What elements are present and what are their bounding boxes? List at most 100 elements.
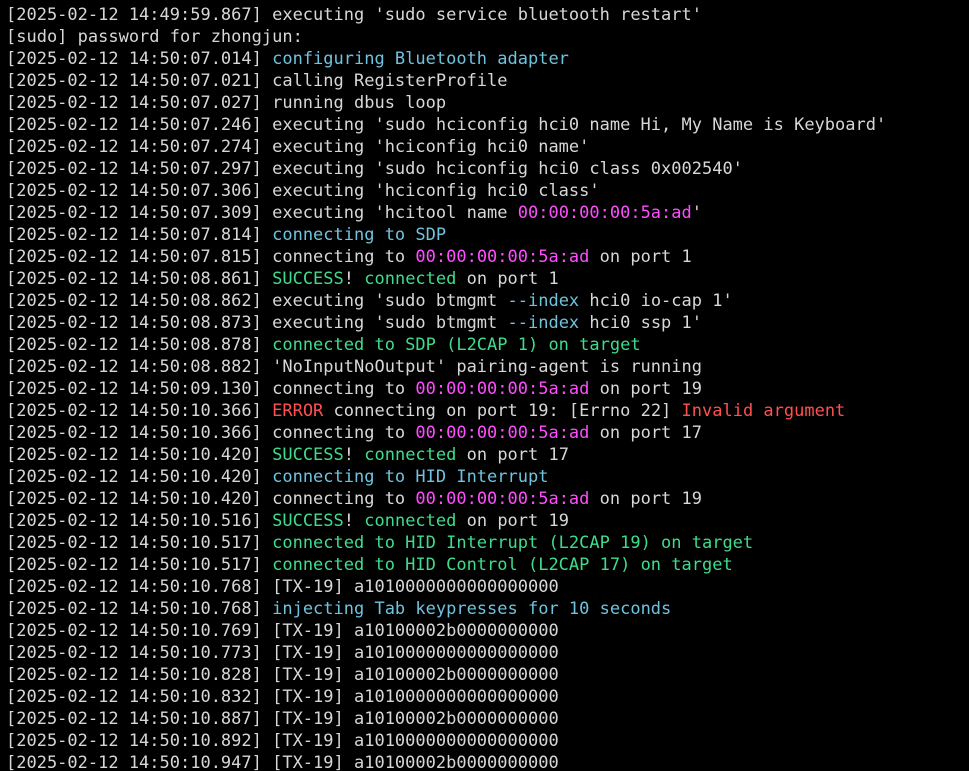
terminal-text-segment: on port 19 bbox=[589, 489, 702, 509]
terminal-text-segment: connected bbox=[364, 511, 457, 531]
terminal-line: [2025-02-12 14:50:10.517] connected to H… bbox=[6, 554, 969, 576]
terminal-line: [2025-02-12 14:50:07.814] connecting to … bbox=[6, 224, 969, 246]
terminal-text-segment: on port 17 bbox=[456, 445, 569, 465]
terminal-text-segment: [2025-02-12 14:50:07.297] executing 'sud… bbox=[6, 159, 743, 179]
terminal-text-segment: [2025-02-12 14:50:10.517] bbox=[6, 533, 273, 553]
terminal-text-segment: [2025-02-12 14:50:07.027] running dbus l… bbox=[6, 93, 447, 113]
terminal-text-segment: connecting to SDP bbox=[272, 225, 447, 245]
terminal-line: [2025-02-12 14:50:07.027] running dbus l… bbox=[6, 92, 969, 114]
terminal-line: [2025-02-12 14:50:08.861] SUCCESS! conne… bbox=[6, 268, 969, 290]
terminal-line: [2025-02-12 14:50:10.366] ERROR connecti… bbox=[6, 400, 969, 422]
terminal-text-segment: Invalid argument bbox=[681, 401, 846, 421]
terminal-text-segment: [2025-02-12 14:50:10.773] [TX-19] a10100… bbox=[6, 643, 559, 663]
terminal-text-segment: 00:00:00:00:5a:ad bbox=[415, 423, 590, 443]
terminal-text-segment: [2025-02-12 14:50:10.517] bbox=[6, 555, 273, 575]
terminal-line: [2025-02-12 14:50:10.892] [TX-19] a10100… bbox=[6, 730, 969, 752]
terminal-line: [2025-02-12 14:50:08.878] connected to S… bbox=[6, 334, 969, 356]
terminal-line: [2025-02-12 14:50:08.862] executing 'sud… bbox=[6, 290, 969, 312]
terminal-text-segment: 00:00:00:00:5a:ad bbox=[415, 379, 590, 399]
terminal-text-segment: connected to SDP (L2CAP 1) on target bbox=[272, 335, 641, 355]
terminal-line: [2025-02-12 14:50:07.309] executing 'hci… bbox=[6, 202, 969, 224]
terminal-text-segment: [2025-02-12 14:50:10.420] bbox=[6, 467, 273, 487]
terminal-line: [2025-02-12 14:50:07.306] executing 'hci… bbox=[6, 180, 969, 202]
terminal-text-segment: SUCCESS bbox=[272, 445, 344, 465]
terminal-text-segment: [2025-02-12 14:49:59.867] executing 'sud… bbox=[6, 5, 702, 25]
terminal-line: [2025-02-12 14:50:10.887] [TX-19] a10100… bbox=[6, 708, 969, 730]
terminal-text-segment: [2025-02-12 14:50:10.420] connecting to bbox=[6, 489, 416, 509]
terminal-text-segment: on port 17 bbox=[589, 423, 702, 443]
terminal-text-segment: --index bbox=[507, 313, 580, 333]
terminal-window[interactable]: [2025-02-12 14:49:59.867] executing 'sud… bbox=[0, 0, 969, 771]
terminal-text-segment: [2025-02-12 14:50:10.420] bbox=[6, 445, 273, 465]
terminal-text-segment: SUCCESS bbox=[272, 269, 344, 289]
terminal-text-segment: [2025-02-12 14:50:10.947] [TX-19] a10100… bbox=[6, 753, 559, 771]
terminal-line: [2025-02-12 14:50:10.768] injecting Tab … bbox=[6, 598, 969, 620]
terminal-text-segment: [2025-02-12 14:50:10.768] [TX-19] a10100… bbox=[6, 577, 559, 597]
terminal-line: [2025-02-12 14:50:10.420] SUCCESS! conne… bbox=[6, 444, 969, 466]
terminal-text-segment: ! bbox=[343, 445, 365, 465]
terminal-text-segment: [2025-02-12 14:50:07.815] connecting to bbox=[6, 247, 416, 267]
terminal-line: [2025-02-12 14:50:10.517] connected to H… bbox=[6, 532, 969, 554]
terminal-text-segment: hci0 ssp 1' bbox=[579, 313, 702, 333]
terminal-text-segment: ' bbox=[691, 203, 702, 223]
terminal-text-segment: [2025-02-12 14:50:08.873] executing 'sud… bbox=[6, 313, 508, 333]
terminal-text-segment: connected bbox=[364, 445, 457, 465]
terminal-text-segment: [2025-02-12 14:50:08.878] bbox=[6, 335, 273, 355]
terminal-line: [2025-02-12 14:50:10.420] connecting to … bbox=[6, 488, 969, 510]
terminal-text-segment: [2025-02-12 14:50:10.828] [TX-19] a10100… bbox=[6, 665, 559, 685]
terminal-text-segment: ! bbox=[343, 269, 365, 289]
terminal-text-segment: connected to HID Control (L2CAP 17) on t… bbox=[272, 555, 733, 575]
terminal-line: [2025-02-12 14:49:59.867] executing 'sud… bbox=[6, 4, 969, 26]
terminal-text-segment: [2025-02-12 14:50:10.769] [TX-19] a10100… bbox=[6, 621, 559, 641]
terminal-line: [2025-02-12 14:50:10.516] SUCCESS! conne… bbox=[6, 510, 969, 532]
terminal-text-segment: on port 1 bbox=[456, 269, 559, 289]
terminal-text-segment: [2025-02-12 14:50:08.882] 'NoInputNoOutp… bbox=[6, 357, 702, 377]
terminal-text-segment: [2025-02-12 14:50:10.887] [TX-19] a10100… bbox=[6, 709, 559, 729]
terminal-line: [2025-02-12 14:50:10.832] [TX-19] a10100… bbox=[6, 686, 969, 708]
terminal-line: [2025-02-12 14:50:07.297] executing 'sud… bbox=[6, 158, 969, 180]
terminal-text-segment: [2025-02-12 14:50:07.246] executing 'sud… bbox=[6, 115, 887, 135]
terminal-line: [2025-02-12 14:50:10.828] [TX-19] a10100… bbox=[6, 664, 969, 686]
terminal-line: [2025-02-12 14:50:10.947] [TX-19] a10100… bbox=[6, 752, 969, 771]
terminal-text-segment: connecting to HID Interrupt bbox=[272, 467, 549, 487]
terminal-line: [2025-02-12 14:50:10.366] connecting to … bbox=[6, 422, 969, 444]
terminal-text-segment: --index bbox=[507, 291, 580, 311]
terminal-line: [2025-02-12 14:50:07.274] executing 'hci… bbox=[6, 136, 969, 158]
terminal-line: [2025-02-12 14:50:08.873] executing 'sud… bbox=[6, 312, 969, 334]
terminal-text-segment: [2025-02-12 14:50:08.862] executing 'sud… bbox=[6, 291, 508, 311]
terminal-text-segment: injecting Tab keypresses for 10 seconds bbox=[272, 599, 672, 619]
terminal-line: [2025-02-12 14:50:09.130] connecting to … bbox=[6, 378, 969, 400]
terminal-text-segment: 00:00:00:00:5a:ad bbox=[517, 203, 692, 223]
terminal-text-segment: hci0 io-cap 1' bbox=[579, 291, 733, 311]
terminal-text-segment: [2025-02-12 14:50:10.768] bbox=[6, 599, 273, 619]
terminal-line: [2025-02-12 14:50:10.768] [TX-19] a10100… bbox=[6, 576, 969, 598]
terminal-text-segment: [2025-02-12 14:50:09.130] connecting to bbox=[6, 379, 416, 399]
terminal-line: [sudo] password for zhongjun: bbox=[6, 26, 969, 48]
terminal-text-segment: [2025-02-12 14:50:10.832] [TX-19] a10100… bbox=[6, 687, 559, 707]
terminal-text-segment: [2025-02-12 14:50:07.021] calling Regist… bbox=[6, 71, 508, 91]
terminal-text-segment: connected bbox=[364, 269, 457, 289]
terminal-text-segment: on port 1 bbox=[589, 247, 692, 267]
terminal-line: [2025-02-12 14:50:07.246] executing 'sud… bbox=[6, 114, 969, 136]
terminal-line: [2025-02-12 14:50:10.769] [TX-19] a10100… bbox=[6, 620, 969, 642]
terminal-text-segment: connected to HID Interrupt (L2CAP 19) on… bbox=[272, 533, 754, 553]
terminal-line: [2025-02-12 14:50:08.882] 'NoInputNoOutp… bbox=[6, 356, 969, 378]
terminal-text-segment: [2025-02-12 14:50:07.309] executing 'hci… bbox=[6, 203, 518, 223]
terminal-text-segment: ! bbox=[343, 511, 365, 531]
terminal-text-segment: on port 19 bbox=[589, 379, 702, 399]
terminal-text-segment: [2025-02-12 14:50:07.014] bbox=[6, 49, 273, 69]
terminal-text-segment: [2025-02-12 14:50:07.306] executing 'hci… bbox=[6, 181, 600, 201]
terminal-text-segment: 00:00:00:00:5a:ad bbox=[415, 247, 590, 267]
terminal-line: [2025-02-12 14:50:07.021] calling Regist… bbox=[6, 70, 969, 92]
terminal-text-segment: SUCCESS bbox=[272, 511, 344, 531]
terminal-line: [2025-02-12 14:50:07.014] configuring Bl… bbox=[6, 48, 969, 70]
terminal-line: [2025-02-12 14:50:10.773] [TX-19] a10100… bbox=[6, 642, 969, 664]
terminal-text-segment: [2025-02-12 14:50:08.861] bbox=[6, 269, 273, 289]
terminal-text-segment: [2025-02-12 14:50:07.814] bbox=[6, 225, 273, 245]
terminal-text-segment: [2025-02-12 14:50:10.366] connecting to bbox=[6, 423, 416, 443]
terminal-text-segment: [2025-02-12 14:50:10.366] bbox=[6, 401, 273, 421]
terminal-text-segment: configuring Bluetooth adapter bbox=[272, 49, 569, 69]
terminal-line: [2025-02-12 14:50:07.815] connecting to … bbox=[6, 246, 969, 268]
terminal-text-segment: [sudo] password for zhongjun: bbox=[6, 27, 303, 47]
terminal-output: [2025-02-12 14:49:59.867] executing 'sud… bbox=[6, 4, 969, 771]
